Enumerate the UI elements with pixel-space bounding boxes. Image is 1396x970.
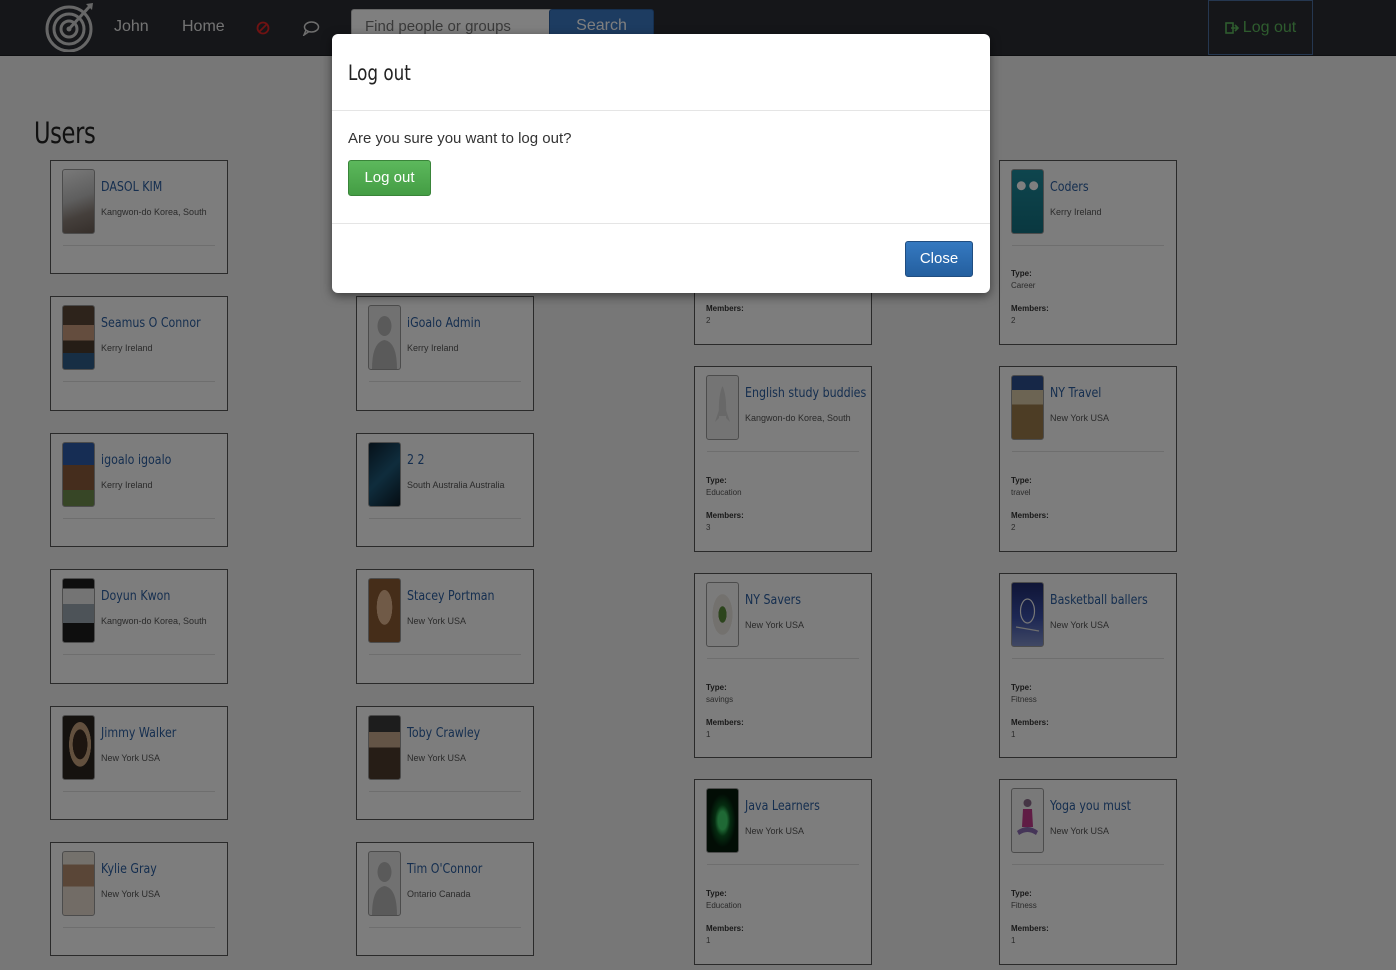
logout-modal: Log out Are you sure you want to log out… [332,34,990,293]
confirm-logout-button[interactable]: Log out [348,160,431,196]
modal-footer-divider [332,223,990,224]
modal-header-divider [332,110,990,111]
modal-title: Log out [348,61,411,85]
close-button[interactable]: Close [905,241,973,277]
modal-message: Are you sure you want to log out? [348,130,572,147]
